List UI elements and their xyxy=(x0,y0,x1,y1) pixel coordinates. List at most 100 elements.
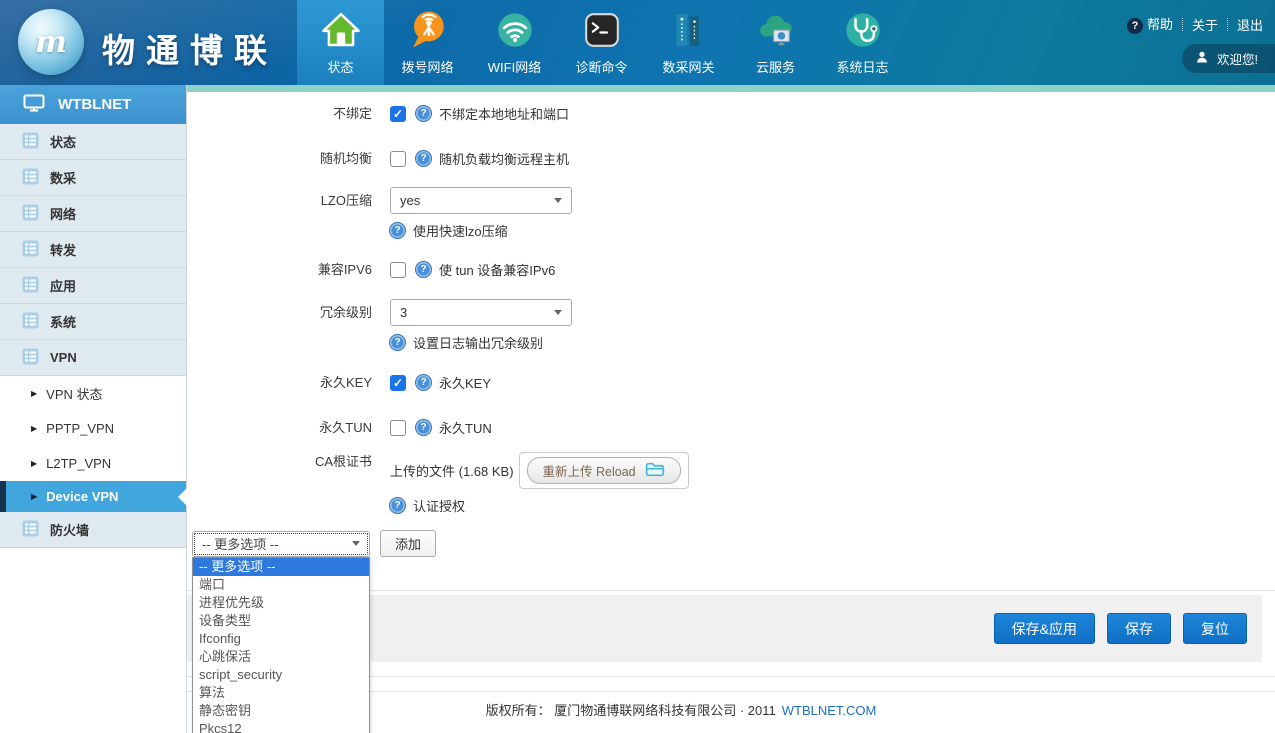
sidebar-subitem-pptp-vpn[interactable]: ▶ PPTP_VPN xyxy=(0,411,186,446)
help-text: 永久TUN xyxy=(439,418,492,437)
dropdown-option[interactable]: Pkcs12 xyxy=(193,720,369,733)
ipv6-checkbox[interactable] xyxy=(390,262,406,278)
more-options-dropdown: -- 更多选项 -- 端口 进程优先级 设备类型 Ifconfig 心跳保活 s… xyxy=(192,557,370,733)
uploaded-file-info: 上传的文件 (1.68 KB) xyxy=(390,461,514,480)
help-text: 设置日志输出冗余级别 xyxy=(413,333,543,352)
home-icon xyxy=(321,8,361,50)
separator xyxy=(1227,18,1228,31)
sidebar-item-network[interactable]: 网络 xyxy=(0,196,186,232)
form-row-persist-tun: 永久TUN ? 永久TUN xyxy=(187,418,492,437)
help-icon: ? xyxy=(416,375,431,390)
list-icon xyxy=(22,520,39,540)
random-balance-checkbox[interactable] xyxy=(390,151,406,167)
persist-tun-checkbox[interactable] xyxy=(390,420,406,436)
dropdown-option[interactable]: 静态密钥 xyxy=(193,702,369,720)
nav-tab-cloud-service[interactable]: 云服务 xyxy=(732,0,819,85)
help-icon: ? xyxy=(390,223,405,238)
nav-tab-status[interactable]: 状态 xyxy=(297,0,384,85)
nav-tab-diagnostic-command[interactable]: 诊断命令 xyxy=(558,0,645,85)
more-options-select[interactable]: -- 更多选项 -- xyxy=(192,531,370,557)
help-icon: ? xyxy=(390,498,405,513)
help-text: 使用快速lzo压缩 xyxy=(413,221,508,240)
upload-box: 重新上传 Reload xyxy=(519,452,689,489)
help-text: 不绑定本地地址和端口 xyxy=(439,104,569,123)
dropdown-option[interactable]: 进程优先级 xyxy=(193,594,369,612)
sidebar-subitem-label: PPTP_VPN xyxy=(46,421,114,436)
nobind-checkbox[interactable] xyxy=(390,106,406,122)
dropdown-option[interactable]: 心跳保活 xyxy=(193,648,369,666)
sidebar-subitem-label: VPN 状态 xyxy=(46,384,102,403)
reload-upload-label: 重新上传 Reload xyxy=(543,461,636,480)
help-text: 使 tun 设备兼容IPv6 xyxy=(439,260,555,279)
nav-tab-label: 云服务 xyxy=(756,57,795,76)
about-link[interactable]: 关于 xyxy=(1192,15,1218,34)
header-accent-strip xyxy=(0,85,1275,92)
help-icon: ? xyxy=(416,106,431,121)
brand-title: 物通博联 xyxy=(102,24,278,72)
nav-tab-system-log[interactable]: 系统日志 xyxy=(819,0,906,85)
help-link[interactable]: ?帮助 xyxy=(1127,14,1173,34)
dropdown-option[interactable]: 算法 xyxy=(193,684,369,702)
top-nav-tabs: 状态 拨号网络 WIFI网络 诊断命令 数采网关 xyxy=(297,0,906,85)
form-row-persist-key: 永久KEY ? 永久KEY xyxy=(187,373,491,392)
arrow-right-icon: ▶ xyxy=(31,424,37,433)
verbosity-select[interactable]: 3 xyxy=(390,299,572,326)
sidebar-item-status[interactable]: 状态 xyxy=(0,124,186,160)
dropdown-option[interactable]: -- 更多选项 -- xyxy=(193,558,369,576)
help-text: 随机负载均衡远程主机 xyxy=(439,149,569,168)
help-icon: ? xyxy=(390,335,405,350)
sidebar-subitem-vpn-status[interactable]: ▶ VPN 状态 xyxy=(0,376,186,411)
dropdown-option[interactable]: Ifconfig xyxy=(193,630,369,648)
sidebar-item-forward[interactable]: 转发 xyxy=(0,232,186,268)
logout-link[interactable]: 退出 xyxy=(1237,15,1263,34)
sidebar-subitem-l2tp-vpn[interactable]: ▶ L2TP_VPN xyxy=(0,446,186,481)
list-icon xyxy=(22,132,39,152)
sidebar-subitem-device-vpn[interactable]: ▶ Device VPN xyxy=(0,481,186,512)
sidebar-subitem-label: L2TP_VPN xyxy=(46,456,111,471)
add-button[interactable]: 添加 xyxy=(380,530,436,557)
persist-key-checkbox[interactable] xyxy=(390,375,406,391)
sidebar-item-application[interactable]: 应用 xyxy=(0,268,186,304)
top-links: ?帮助 关于 退出 xyxy=(1127,14,1263,34)
list-icon xyxy=(22,276,39,296)
sidebar-item-data-collect[interactable]: 数采 xyxy=(0,160,186,196)
list-icon xyxy=(22,240,39,260)
list-icon xyxy=(22,204,39,224)
sidebar-item-firewall[interactable]: 防火墙 xyxy=(0,512,186,548)
sidebar-item-label: 数采 xyxy=(50,168,76,187)
help-icon: ? xyxy=(416,262,431,277)
nav-tab-wifi-network[interactable]: WIFI网络 xyxy=(471,0,558,85)
list-icon xyxy=(22,168,39,188)
list-icon xyxy=(22,348,39,368)
gateway-icon xyxy=(669,8,709,50)
arrow-right-icon: ▶ xyxy=(31,389,37,398)
save-apply-button[interactable]: 保存&应用 xyxy=(994,613,1095,644)
lzo-select[interactable]: yes xyxy=(390,187,572,214)
field-label: 兼容IPV6 xyxy=(187,261,372,279)
field-label: LZO压缩 xyxy=(187,187,372,214)
select-value: -- 更多选项 -- xyxy=(202,534,279,553)
cloud-icon xyxy=(755,8,797,50)
reset-button[interactable]: 复位 xyxy=(1183,613,1247,644)
nav-tab-data-gateway[interactable]: 数采网关 xyxy=(645,0,732,85)
form-row-ipv6: 兼容IPV6 ? 使 tun 设备兼容IPv6 xyxy=(187,260,555,279)
sidebar-item-vpn[interactable]: VPN xyxy=(0,340,186,376)
save-button[interactable]: 保存 xyxy=(1107,613,1171,644)
brand-logo-globe-icon: m xyxy=(18,9,84,75)
dropdown-option[interactable]: script_security xyxy=(193,666,369,684)
copyright-text: 版权所有： 厦门物通博联网络科技有限公司 · 2011 xyxy=(486,703,776,718)
sidebar-item-label: 转发 xyxy=(50,240,76,259)
nav-tab-label: 诊断命令 xyxy=(575,57,627,76)
reload-upload-button[interactable]: 重新上传 Reload xyxy=(527,457,681,484)
nav-tab-dial-network[interactable]: 拨号网络 xyxy=(384,0,471,85)
wtblnet-link[interactable]: WTBLNET.COM xyxy=(782,703,877,718)
nav-tab-label: 系统日志 xyxy=(836,57,888,76)
field-label: 冗余级别 xyxy=(187,299,372,326)
form-row-verbosity: 冗余级别 3 ? 设置日志输出冗余级别 xyxy=(187,299,572,352)
sidebar-item-system[interactable]: 系统 xyxy=(0,304,186,340)
dropdown-option[interactable]: 设备类型 xyxy=(193,612,369,630)
dropdown-option[interactable]: 端口 xyxy=(193,576,369,594)
sidebar-item-label: 系统 xyxy=(50,312,76,331)
stethoscope-icon xyxy=(843,8,883,50)
help-text: 永久KEY xyxy=(439,373,491,392)
